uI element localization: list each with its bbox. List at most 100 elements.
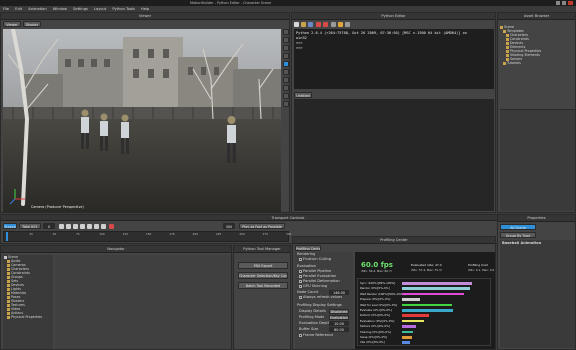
properties-list: Baseball Animation (500, 240, 575, 348)
stop-icon[interactable] (80, 224, 85, 229)
timeline-tick-label: 175 (169, 232, 175, 236)
play-icon[interactable] (87, 224, 92, 229)
profiling-row-bar (402, 287, 470, 290)
profiling-row-label: Sync (100%)[99%-100%] (360, 281, 396, 285)
viewer-tab-display[interactable]: Display (23, 21, 41, 27)
python-editor-title: Python Editor (292, 13, 495, 20)
save-script-icon[interactable] (308, 22, 313, 27)
step-icon[interactable] (345, 22, 350, 27)
display-details-select[interactable]: Displayed (329, 309, 349, 314)
take-selector[interactable]: Take 001 (19, 223, 41, 229)
script-editor[interactable] (294, 99, 494, 211)
pipeline-checkbox[interactable] (299, 269, 302, 273)
console-line: Python 2.6.4 (r264:75708, Oct 26 2009, 0… (296, 31, 467, 35)
nav-item-physical-properties[interactable]: Physical Properties (7, 315, 42, 319)
pivot-tool-icon[interactable] (283, 93, 289, 99)
close-icon[interactable] (568, 1, 573, 5)
profiling-row-label: Swap (0%)[0%-0%] (360, 335, 388, 339)
profiling-row-label: Evaluate (0%)[0%-0%] (360, 308, 392, 312)
end-frame-field[interactable]: 300 (223, 223, 235, 229)
timeline[interactable]: 0255075100125150175200225250275300 (3, 231, 291, 242)
profiling-row-bar (402, 303, 452, 307)
play-back-icon[interactable] (73, 224, 78, 229)
viewer-tab-viewer[interactable]: Viewer (3, 21, 21, 27)
profiling-row: Deform (0%)[0%-0%] (358, 313, 490, 317)
fbx-export-button[interactable]: FBX Export (238, 262, 288, 269)
prev-key-icon[interactable] (66, 224, 71, 229)
maximize-icon[interactable] (562, 1, 566, 5)
camera-tool-icon[interactable] (283, 61, 289, 67)
eval-depth-field[interactable]: 10.00 (329, 321, 349, 326)
viewport-3d[interactable]: Camera (Producer Perspective) (3, 29, 281, 212)
transport-row: Stance Take 001 0 300 Play as Fast as Po… (3, 223, 575, 230)
run-script-icon[interactable] (316, 22, 321, 27)
always-refresh[interactable]: Always refresh values (299, 295, 342, 300)
minimize-icon[interactable] (556, 1, 560, 5)
scale-tool-icon[interactable] (283, 53, 289, 59)
open-script-icon[interactable] (301, 22, 306, 27)
profiling-row: Wait Render (100%)[99%-100%] (358, 292, 490, 296)
select-tool-icon[interactable] (283, 29, 289, 35)
script-tab[interactable]: Untitled (294, 92, 312, 98)
transport-title: Transport Controls (1, 215, 575, 221)
timeline-tick-label: 75 (76, 232, 80, 236)
console-line: >>> (296, 46, 303, 50)
playback-speed[interactable]: Play as Fast as Possible (239, 223, 285, 229)
record-icon[interactable] (109, 224, 114, 229)
execute-icon[interactable] (338, 22, 343, 27)
evaluation-checkbox[interactable] (299, 274, 302, 278)
timeline-tick-label: 125 (122, 232, 128, 236)
frame-reference-checkbox[interactable] (299, 333, 302, 337)
grid-tool-icon[interactable] (283, 85, 289, 91)
python-toolbar (294, 21, 494, 28)
refresh-checkbox[interactable] (299, 295, 302, 299)
python-tool-manager-panel: Python Tool Manager FBX Export Character… (233, 245, 291, 350)
light-tool-icon[interactable] (283, 69, 289, 75)
navigator-content (55, 255, 231, 349)
skinning-checkbox[interactable] (299, 284, 302, 288)
buffer-size-label: Buffer Size (299, 327, 319, 331)
new-script-icon[interactable] (294, 22, 299, 27)
transport-mode[interactable]: Stance (3, 223, 17, 229)
profiling-row-bar (402, 330, 414, 334)
tree-item-tutorials[interactable]: Tutorials (503, 61, 521, 65)
properties-header[interactable]: Baseball Animation (502, 241, 541, 246)
timeline-tick-label: 250 (239, 232, 245, 236)
deformation-checkbox[interactable] (299, 279, 302, 283)
timeline-tick-label: 25 (29, 232, 33, 236)
profiling-tab[interactable]: Profiling Center (295, 245, 321, 251)
goto-start-icon[interactable] (59, 224, 64, 229)
buffer-size-field[interactable]: 60.00 (329, 327, 349, 332)
goto-end-icon[interactable] (101, 224, 106, 229)
python-console[interactable]: Python 2.6.4 (r264:75708, Oct 26 2009, 0… (294, 29, 494, 89)
frame-reference[interactable]: Frame Reference (299, 333, 333, 338)
snap-tool-icon[interactable] (283, 77, 289, 83)
frustum-culling[interactable]: Frustum Culling (299, 257, 331, 262)
rotate-tool-icon[interactable] (283, 45, 289, 51)
move-tool-icon[interactable] (283, 37, 289, 43)
next-key-icon[interactable] (94, 224, 99, 229)
profiling-tab-bar: Profiling Center (295, 245, 495, 251)
gpu-skinning[interactable]: GPU Skinning (299, 284, 327, 289)
profiling-rows: Sync (100%)[99%-100%] Render (0%)[0%-0%] W… (357, 278, 491, 346)
profiling-mode-select[interactable]: Evaluation Only (329, 315, 349, 320)
profiling-row-bar (402, 298, 420, 301)
batch-tool-button[interactable]: Batch Tool Recorded (238, 282, 288, 289)
character-selection-button[interactable]: Character Selection/Key Controls (238, 272, 288, 279)
profiling-row: Wait for eval (0%)[0%-0%] (358, 303, 490, 307)
group-by-select[interactable]: Group By Type (500, 232, 536, 238)
stop-script-icon[interactable] (323, 22, 328, 27)
scene-filter-select[interactable]: All Scene (500, 224, 536, 230)
profiling-settings: Rendering Frustum Culling Evaluation Par… (295, 252, 353, 349)
frame-field[interactable]: 0 (43, 223, 55, 229)
python-editor-panel: Python Editor Python 2.6.4 (r264:75708, … (291, 12, 496, 213)
playhead[interactable] (6, 232, 8, 241)
profiling-panel: Profiling Center Profiling Center Render… (292, 236, 496, 350)
properties-title: Properties (498, 215, 575, 222)
frustum-checkbox[interactable] (299, 257, 302, 261)
profiling-row: Prepare (0%)[0%-0%] (358, 297, 490, 301)
clear-console-icon[interactable] (331, 22, 336, 27)
profiling-row: Swap (0%)[0%-0%] (358, 335, 490, 339)
asset-tree: Scene Templates Characters Constraints D… (500, 25, 575, 105)
key-tool-icon[interactable] (283, 101, 289, 107)
